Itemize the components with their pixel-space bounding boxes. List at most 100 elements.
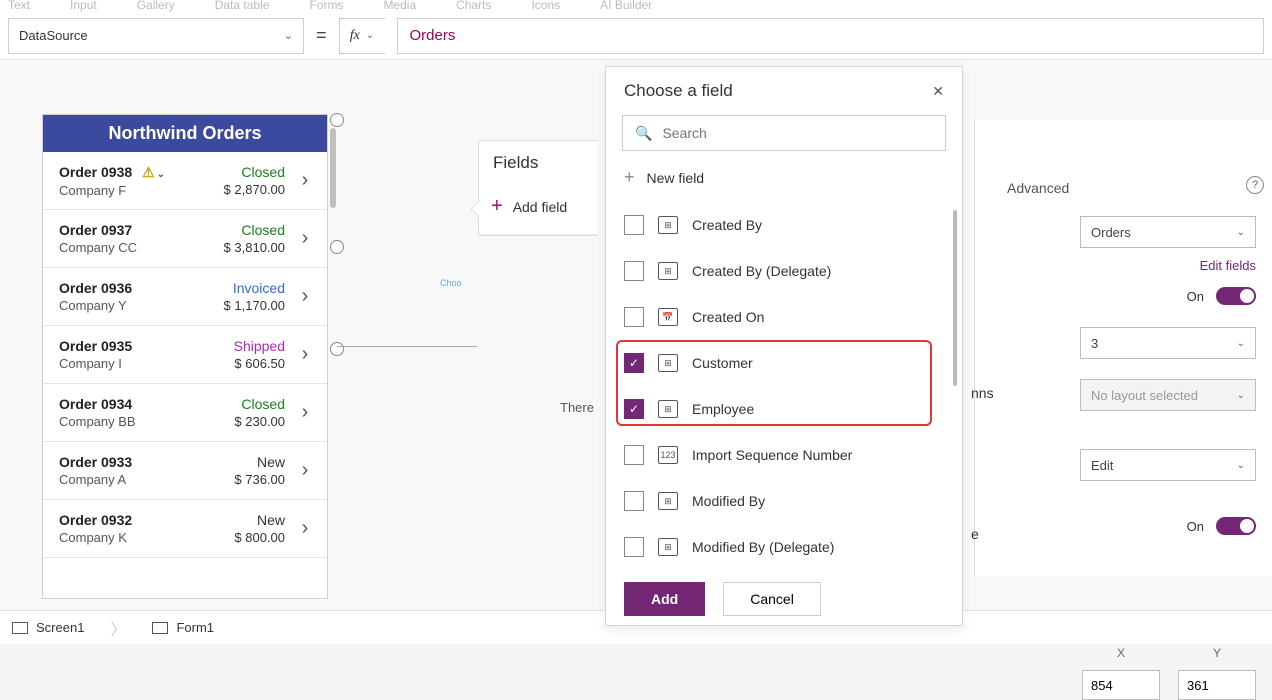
order-status: New <box>199 512 285 528</box>
columns-dropdown[interactable]: 3 ⌄ <box>1080 327 1256 359</box>
field-option[interactable]: ⊞Modified By (Delegate) <box>606 524 962 570</box>
field-option[interactable]: ✓⊞Customer <box>606 340 962 386</box>
chevron-down-icon: ⌄ <box>1237 460 1245 471</box>
order-list-item[interactable]: Order 0933Company ANew$ 736.00› <box>43 442 327 500</box>
chevron-right-icon: › <box>293 227 317 250</box>
properties-panel: ? Advanced Orders ⌄ Edit fields nns On 3… <box>974 120 1272 576</box>
chevron-right-icon: › <box>293 517 317 540</box>
plus-icon: + <box>491 195 503 218</box>
y-position-input[interactable] <box>1178 670 1256 700</box>
chevron-down-icon: ⌄ <box>366 30 374 41</box>
search-input[interactable] <box>662 125 933 141</box>
order-list-item[interactable]: Order 0934Company BBClosed$ 230.00› <box>43 384 327 442</box>
order-amount: $ 800.00 <box>199 530 285 545</box>
field-type-icon: ⊞ <box>658 262 678 280</box>
x-position-input[interactable] <box>1082 670 1160 700</box>
layout-dropdown[interactable]: No layout selected ⌄ <box>1080 379 1256 411</box>
field-option[interactable]: 123Import Sequence Number <box>606 432 962 478</box>
data-source-dropdown[interactable]: Orders ⌄ <box>1080 216 1256 248</box>
field-option[interactable]: ⊞Modified By <box>606 478 962 524</box>
edit-fields-link[interactable]: Edit fields <box>975 258 1272 279</box>
chevron-down-icon: ⌄ <box>1237 390 1245 401</box>
resize-handle[interactable] <box>330 113 344 127</box>
chevron-down-icon: ⌄ <box>284 29 293 42</box>
formula-bar: DataSource ⌄ = fx ⌄ Orders <box>0 12 1272 60</box>
field-label: Customer <box>692 355 753 371</box>
fields-panel-title: Fields <box>479 141 598 187</box>
field-option[interactable]: ⊞ Created By <box>606 202 962 248</box>
toggle-on-label: On <box>1187 289 1204 304</box>
snap-toggle[interactable] <box>1216 287 1256 305</box>
formula-input[interactable]: Orders <box>397 18 1264 54</box>
resize-handle[interactable] <box>330 240 344 254</box>
search-box[interactable]: 🔍 <box>622 115 946 151</box>
form-icon <box>152 622 168 634</box>
order-list-item[interactable]: Order 0935Company IShipped$ 606.50› <box>43 326 327 384</box>
ribbon-toolbar: Text Input Gallery Data table Forms Medi… <box>0 0 1272 12</box>
order-amount: $ 606.50 <box>199 356 285 371</box>
breadcrumb-screen[interactable]: Screen1 <box>12 620 84 635</box>
field-option[interactable]: 📅Created On <box>606 294 962 340</box>
chevron-down-icon: ⌄ <box>1237 227 1245 238</box>
add-field-button[interactable]: + Add field <box>479 187 598 235</box>
field-label: Modified By (Delegate) <box>692 539 834 555</box>
order-list-item[interactable]: Order 0938 ⚠⌄Company FClosed$ 2,870.00› <box>43 152 327 210</box>
scrollbar[interactable] <box>953 210 957 386</box>
new-field-label: New field <box>647 170 705 186</box>
order-status: Closed <box>199 396 285 412</box>
order-list-item[interactable]: Order 0937Company CCClosed$ 3,810.00› <box>43 210 327 268</box>
company-name: Company Y <box>59 298 199 313</box>
order-amount: $ 230.00 <box>199 414 285 429</box>
field-option[interactable]: 📅Modified On <box>606 570 962 573</box>
order-list-item[interactable]: Order 0936Company YInvoiced$ 1,170.00› <box>43 268 327 326</box>
field-type-icon: 📅 <box>658 308 678 326</box>
field-list[interactable]: ⊞ Created By ⊞ Created By (Delegate) 📅Create… <box>606 198 962 573</box>
field-option[interactable]: ✓⊞Employee <box>606 386 962 432</box>
visible-toggle[interactable] <box>1216 517 1256 535</box>
field-label: Import Sequence Number <box>692 447 852 463</box>
mode-dropdown[interactable]: Edit ⌄ <box>1080 449 1256 481</box>
checkbox[interactable] <box>624 445 644 465</box>
field-type-icon: ⊞ <box>658 216 678 234</box>
chevron-right-icon: › <box>293 285 317 308</box>
order-amount: $ 1,170.00 <box>199 298 285 313</box>
checkbox[interactable] <box>624 307 644 327</box>
order-status: Shipped <box>199 338 285 354</box>
field-option[interactable]: ⊞ Created By (Delegate) <box>606 248 962 294</box>
x-dimension-label: X <box>1082 646 1160 660</box>
resize-handle[interactable] <box>330 342 344 356</box>
new-field-button[interactable]: + New field <box>606 161 962 198</box>
popup-title: Choose a field <box>624 81 733 101</box>
breadcrumb-form[interactable]: Form1 <box>152 620 214 635</box>
order-number: Order 0937 <box>59 222 199 238</box>
order-list-item[interactable]: Order 0932Company KNew$ 800.00› <box>43 500 327 558</box>
close-icon[interactable]: ✕ <box>932 83 944 100</box>
fx-button[interactable]: fx ⌄ <box>339 18 385 54</box>
property-name: DataSource <box>19 28 88 43</box>
scrollbar[interactable] <box>330 128 336 208</box>
form-empty-hint: There <box>560 400 594 415</box>
checkbox[interactable] <box>624 215 644 235</box>
choose-field-popup: Choose a field ✕ 🔍 + New field ⊞ Created … <box>605 66 963 626</box>
checkbox[interactable] <box>624 261 644 281</box>
order-number: Order 0932 <box>59 512 199 528</box>
chevron-right-icon: › <box>293 343 317 366</box>
cancel-button[interactable]: Cancel <box>723 582 821 616</box>
property-selector[interactable]: DataSource ⌄ <box>8 18 304 54</box>
field-label: Created By <box>692 217 762 233</box>
tab-advanced[interactable]: Advanced <box>1007 180 1069 206</box>
equals-sign: = <box>316 25 327 46</box>
checkbox[interactable]: ✓ <box>624 399 644 419</box>
order-amount: $ 2,870.00 <box>199 182 285 197</box>
orders-gallery[interactable]: Northwind Orders Order 0938 ⚠⌄Company FC… <box>42 114 328 599</box>
checkbox[interactable] <box>624 491 644 511</box>
add-button[interactable]: Add <box>624 582 705 616</box>
checkbox[interactable]: ✓ <box>624 353 644 373</box>
order-number: Order 0938 ⚠⌄ <box>59 164 199 181</box>
properties-tabs: Advanced <box>975 166 1272 206</box>
company-name: Company BB <box>59 414 199 429</box>
field-label: Created By (Delegate) <box>692 263 831 279</box>
help-icon[interactable]: ? <box>1246 176 1264 194</box>
order-number: Order 0934 <box>59 396 199 412</box>
checkbox[interactable] <box>624 537 644 557</box>
